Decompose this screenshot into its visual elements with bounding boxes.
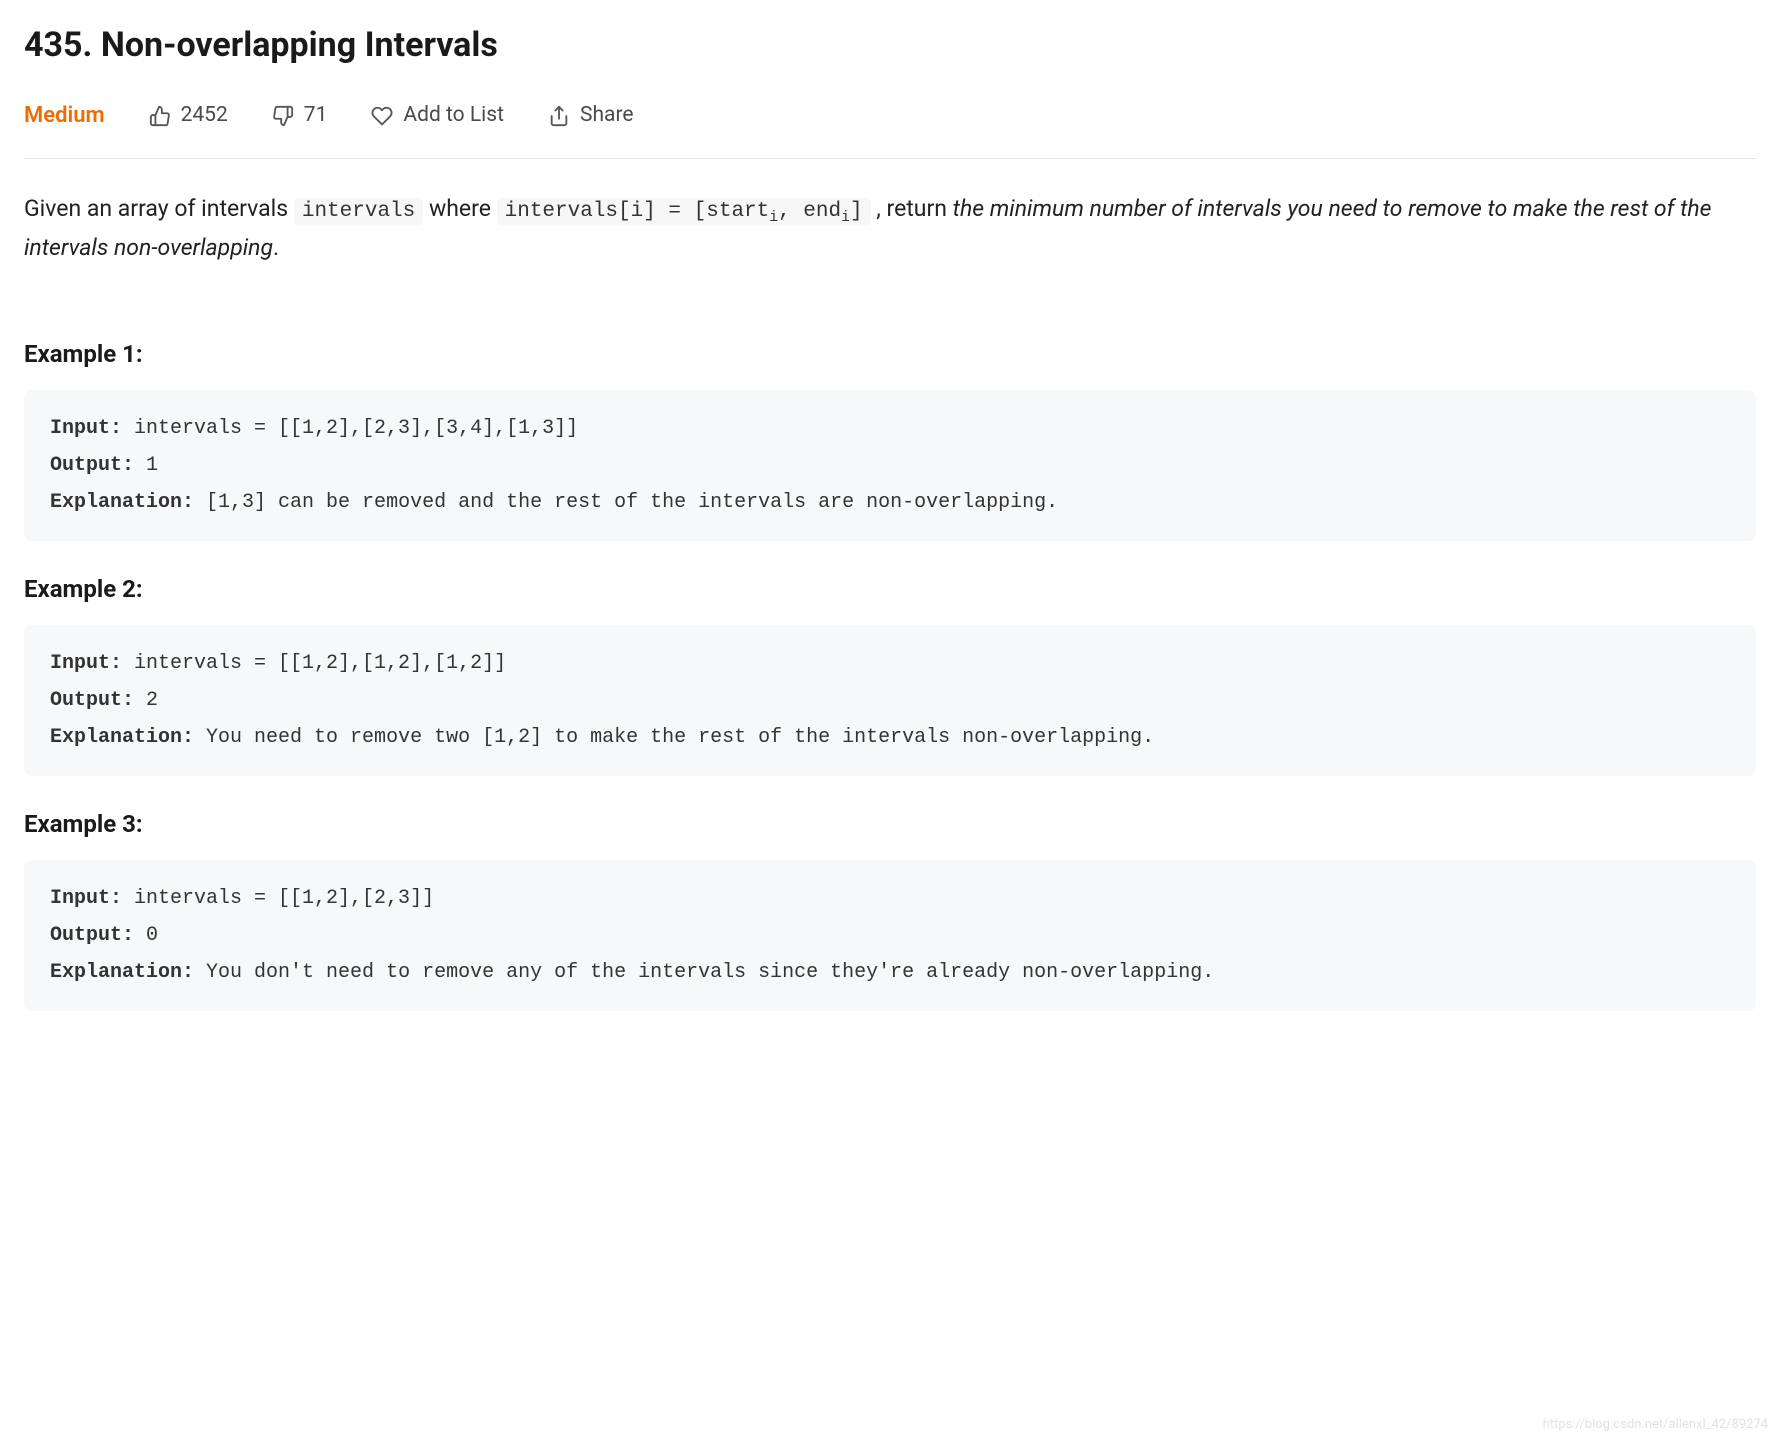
share-button[interactable]: Share — [548, 100, 634, 132]
problem-title: 435. Non-overlapping Intervals — [24, 20, 1756, 71]
thumbs-up-icon — [149, 105, 171, 127]
output-value: 0 — [134, 924, 158, 947]
explanation-label: Explanation: — [50, 726, 194, 749]
upvote-count: 2452 — [181, 100, 228, 132]
output-value: 2 — [134, 689, 158, 712]
output-value: 1 — [134, 454, 158, 477]
meta-row: Medium 2452 71 Add to List Share — [24, 99, 1756, 159]
input-value: intervals = [[1,2],[2,3]] — [122, 887, 434, 910]
problem-lead: Given an array of intervals — [24, 195, 294, 222]
input-value: intervals = [[1,2],[2,3],[3,4],[1,3]] — [122, 417, 578, 440]
problem-end: . — [273, 234, 279, 261]
watermark: https://blog.csdn.net/allenxl_42/89274 — [1543, 1415, 1768, 1435]
explanation-value: [1,3] can be removed and the rest of the… — [194, 491, 1058, 514]
example-heading-1: Example 1: — [24, 336, 1756, 372]
input-value: intervals = [[1,2],[1,2],[1,2]] — [122, 652, 506, 675]
problem-statement: Given an array of intervals intervals wh… — [24, 191, 1756, 266]
example-heading-2: Example 2: — [24, 571, 1756, 607]
example-block-2: Input: intervals = [[1,2],[1,2],[1,2]] O… — [24, 625, 1756, 776]
input-label: Input: — [50, 417, 122, 440]
input-label: Input: — [50, 887, 122, 910]
code-intervals-i: intervals[i] = [starti, endi] — [497, 198, 871, 225]
share-icon — [548, 105, 570, 127]
add-to-list-label: Add to List — [403, 100, 504, 132]
explanation-value: You don't need to remove any of the inte… — [194, 961, 1214, 984]
difficulty-badge: Medium — [24, 99, 105, 132]
output-label: Output: — [50, 924, 134, 947]
upvote-button[interactable]: 2452 — [149, 100, 228, 132]
problem-mid2: , return — [871, 195, 953, 222]
example-block-1: Input: intervals = [[1,2],[2,3],[3,4],[1… — [24, 390, 1756, 541]
explanation-label: Explanation: — [50, 491, 194, 514]
share-label: Share — [580, 100, 634, 132]
input-label: Input: — [50, 652, 122, 675]
output-label: Output: — [50, 454, 134, 477]
output-label: Output: — [50, 689, 134, 712]
heart-icon — [371, 105, 393, 127]
thumbs-down-icon — [272, 105, 294, 127]
explanation-value: You need to remove two [1,2] to make the… — [194, 726, 1154, 749]
add-to-list-button[interactable]: Add to List — [371, 100, 504, 132]
downvote-button[interactable]: 71 — [272, 100, 328, 132]
explanation-label: Explanation: — [50, 961, 194, 984]
downvote-count: 71 — [304, 100, 328, 132]
example-heading-3: Example 3: — [24, 806, 1756, 842]
example-block-3: Input: intervals = [[1,2],[2,3]] Output:… — [24, 860, 1756, 1011]
code-intervals: intervals — [294, 198, 423, 225]
problem-mid1: where — [423, 195, 496, 222]
